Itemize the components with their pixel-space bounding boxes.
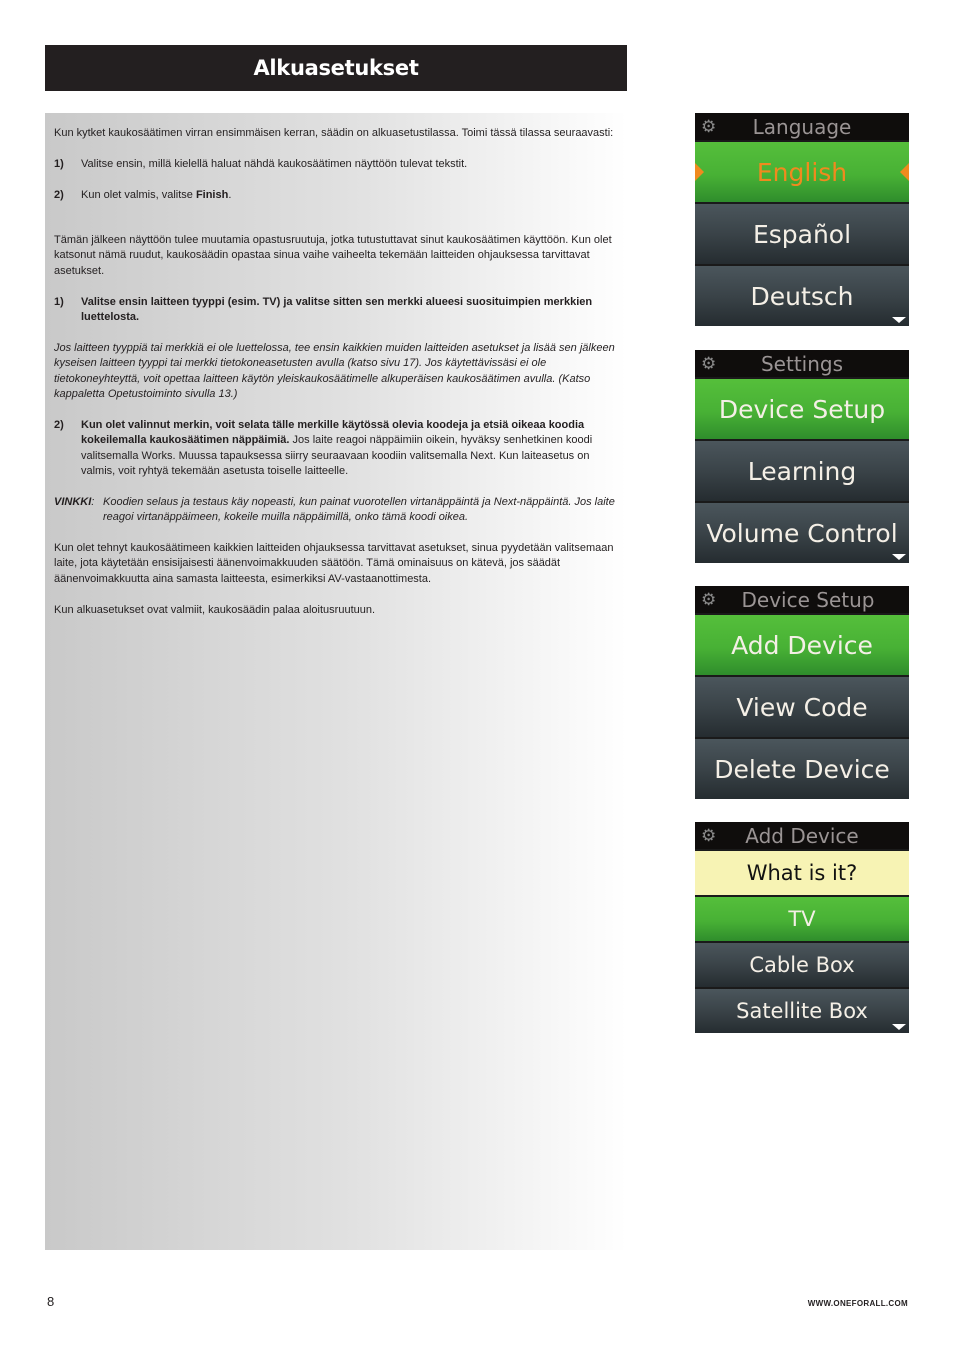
body-text: Kun kytket kaukosäätimen virran ensimmäi… [54,126,619,618]
guide-paragraph: Tämän jälkeen näyttöön tulee muutamia op… [54,234,612,277]
arrow-left-icon [695,163,704,181]
scroll-down-icon[interactable] [892,554,906,560]
screen-header: ⚙ Language [695,113,909,140]
menu-item-device-setup[interactable]: Device Setup [695,377,909,439]
screen-settings: ⚙ Settings Device Setup Learning Volume … [695,350,909,563]
menu-item-cable-box[interactable]: Cable Box [695,941,909,987]
menu-item-espanol[interactable]: Español [695,202,909,264]
scroll-down-icon[interactable] [892,317,906,323]
menu-item-satellite-box[interactable]: Satellite Box [695,987,909,1033]
screen-header: ⚙ Device Setup [695,586,909,613]
gear-icon: ⚙ [701,117,717,136]
final-paragraph: Kun alkuasetukset ovat valmiit, kaukosää… [54,603,376,616]
gear-icon: ⚙ [701,354,717,373]
screen-add-device: ⚙ Add Device What is it? TV Cable Box Sa… [695,822,909,1033]
screen-header: ⚙ Add Device [695,822,909,849]
screen-title: Add Device [745,823,859,848]
finish-label: Finish [195,188,229,201]
website-link[interactable]: WWW.ONEFORALL.COM [808,1299,908,1308]
step-language: 1) Valitse ensin, millä kielellä haluat … [54,157,468,170]
menu-item-english[interactable]: English [695,140,909,202]
scroll-down-icon[interactable] [892,1024,906,1030]
tip-block: VINKKI: Koodien selaus ja testaus käy no… [54,495,619,526]
volume-paragraph: Kun olet tehnyt kaukosäätimeen kaikkien … [54,542,614,585]
step-finish: 2) Kun olet valmis, valitse Finish. [54,188,232,201]
page-number: 8 [47,1294,55,1309]
screen-language: ⚙ Language English Español Deutsch [695,113,909,326]
title-bar: Alkuasetukset [45,45,627,91]
menu-item-deutsch[interactable]: Deutsch [695,264,909,326]
screen-title: Settings [760,351,844,376]
screen-device-setup: ⚙ Device Setup Add Device View Code Dele… [695,586,909,799]
gear-icon: ⚙ [701,826,717,845]
gear-icon: ⚙ [701,590,717,609]
screen-title: Language [752,114,852,139]
menu-item-tv[interactable]: TV [695,895,909,941]
intro-paragraph: Kun kytket kaukosäätimen virran ensimmäi… [54,127,614,139]
page-title: Alkuasetukset [253,56,419,80]
italic-note: Jos laitteen tyyppiä tai merkkiä ei ole … [54,341,615,401]
screen-title: Device Setup [741,587,875,612]
menu-item-volume-control[interactable]: Volume Control [695,501,909,563]
step-codes: 2) Kun olet valinnut merkin, voit selata… [54,418,593,478]
arrow-right-icon [900,163,909,181]
menu-item-delete-device[interactable]: Delete Device [695,737,909,799]
menu-item-add-device[interactable]: Add Device [695,613,909,675]
step-device-type: 1) Valitse ensin laitteen tyyppi (esim. … [54,295,593,324]
tip-text: Koodien selaus ja testaus käy nopeasti, … [103,495,615,524]
menu-item-view-code[interactable]: View Code [695,675,909,737]
menu-item-learning[interactable]: Learning [695,439,909,501]
screen-header: ⚙ Settings [695,350,909,377]
prompt-what-is-it: What is it? [695,849,909,895]
tip-label: VINKKI [54,495,92,508]
